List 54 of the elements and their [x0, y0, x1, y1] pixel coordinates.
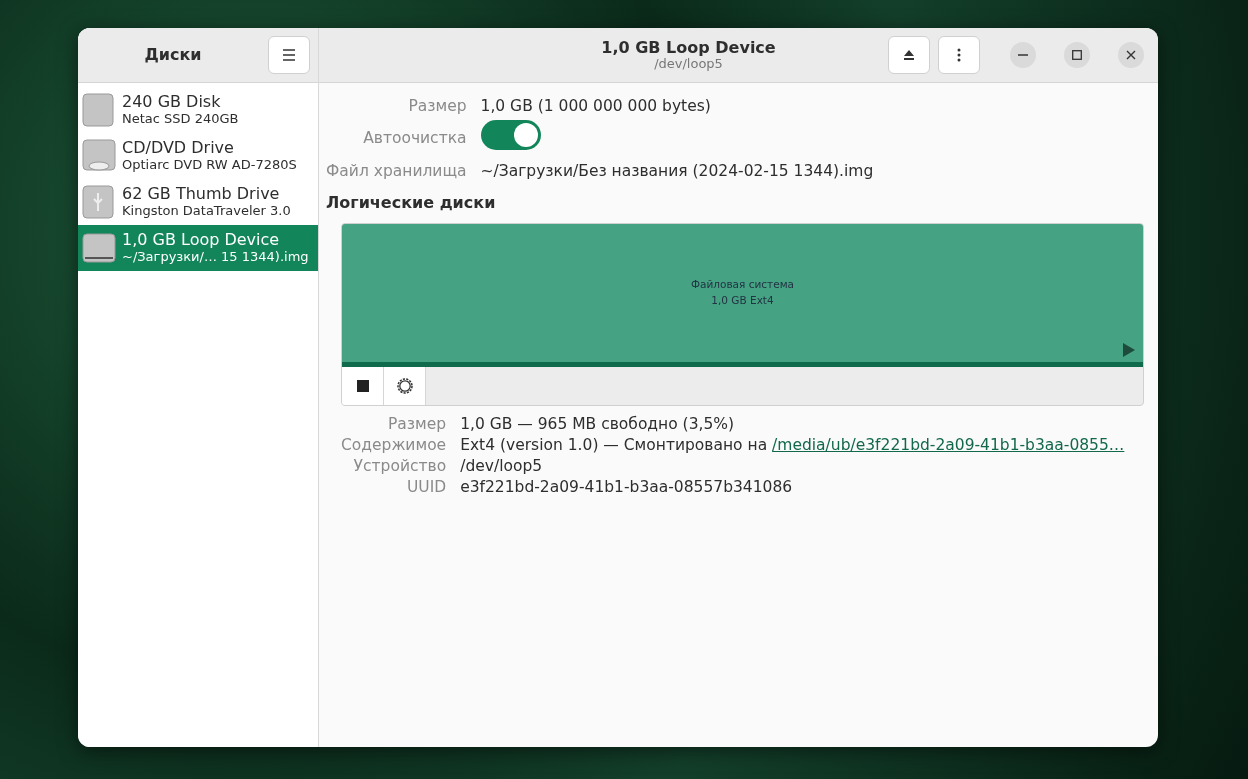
field-value: e3f221bd-2a09-41b1-b3aa-08557b341086	[460, 476, 794, 498]
settings-icon	[395, 376, 414, 395]
window-title: 1,0 GB Loop Device	[600, 38, 777, 58]
eject-icon	[903, 49, 915, 61]
sidebar-title: Диски	[143, 44, 203, 66]
maximize-icon	[1072, 50, 1082, 60]
field-value: 1,0 GB (1 000 000 000 bytes)	[480, 96, 712, 117]
settings-button[interactable]	[384, 366, 426, 405]
field-label: Файл хранилища	[326, 160, 467, 182]
stop-icon	[356, 379, 369, 392]
disk-name: 1,0 GB Loop Device	[122, 231, 281, 249]
disk-list-item[interactable]: 62 GB Thumb Drive Kingston DataTraveler 3.0	[78, 179, 318, 225]
field-value: ~/Загрузки/Без названия (2024-02-15 1344).img	[480, 160, 875, 182]
unmount-button[interactable]	[342, 366, 384, 405]
disk-list-item[interactable]: 240 GB Disk Netac SSD 240GB	[78, 87, 318, 133]
toggle-switch[interactable]	[480, 120, 541, 151]
eject-button[interactable]	[888, 36, 930, 74]
field-value: /dev/loop5	[460, 455, 544, 477]
vertical-dots-icon	[957, 48, 961, 62]
field-label: Содержимое	[341, 434, 447, 456]
section-heading: Логические диски	[326, 191, 497, 214]
field-label: Размер	[407, 96, 467, 117]
drive-icon	[82, 231, 116, 265]
minimize-icon	[1018, 54, 1028, 56]
field-label: Размер	[387, 413, 447, 435]
disk-name: 240 GB Disk	[122, 93, 222, 111]
disk-name: CD/DVD Drive	[122, 139, 235, 157]
maximize-button[interactable]	[1064, 42, 1090, 68]
minimize-button[interactable]	[1010, 42, 1036, 68]
drive-icon	[82, 93, 116, 127]
disk-list-item[interactable]: 1,0 GB Loop Device ~/Загрузки/… 15 1344).img	[78, 225, 318, 271]
disk-list-item[interactable]: CD/DVD Drive Optiarc DVD RW AD-7280S	[78, 133, 318, 179]
usb-drive-icon	[82, 185, 116, 219]
window-subtitle: /dev/loop5	[653, 57, 724, 72]
mount-point-link[interactable]: /media/ub/e3f221bd-2a09-41b1-b3aa-0855…	[772, 435, 1125, 454]
menu-button[interactable]	[268, 36, 310, 74]
disk-detail: Netac SSD 240GB	[122, 111, 239, 127]
disk-name: 62 GB Thumb Drive	[122, 185, 281, 203]
field-label: UUID	[405, 476, 447, 498]
field-value-text: Ext4 (version 1.0) — Смонтировано на	[460, 435, 769, 454]
close-icon	[1126, 50, 1136, 60]
partition-block[interactable]: Файловая система 1,0 GB Ext4	[342, 223, 1143, 367]
disk-detail: ~/Загрузки/… 15 1344).img	[122, 249, 309, 265]
optical-drive-icon	[82, 139, 116, 173]
disk-detail: Kingston DataTraveler 3.0	[122, 203, 291, 219]
partition-label: 1,0 GB Ext4	[711, 292, 774, 308]
field-label: Автоочистка	[362, 128, 467, 150]
close-button[interactable]	[1118, 42, 1144, 68]
field-label: Устройство	[352, 455, 447, 477]
disk-detail: Optiarc DVD RW AD-7280S	[122, 157, 297, 173]
partition-label: Файловая система	[691, 277, 794, 292]
play-icon	[1123, 342, 1135, 357]
field-value: 1,0 GB — 965 MB свободно (3,5%)	[460, 413, 736, 435]
menu-icon	[282, 49, 296, 61]
